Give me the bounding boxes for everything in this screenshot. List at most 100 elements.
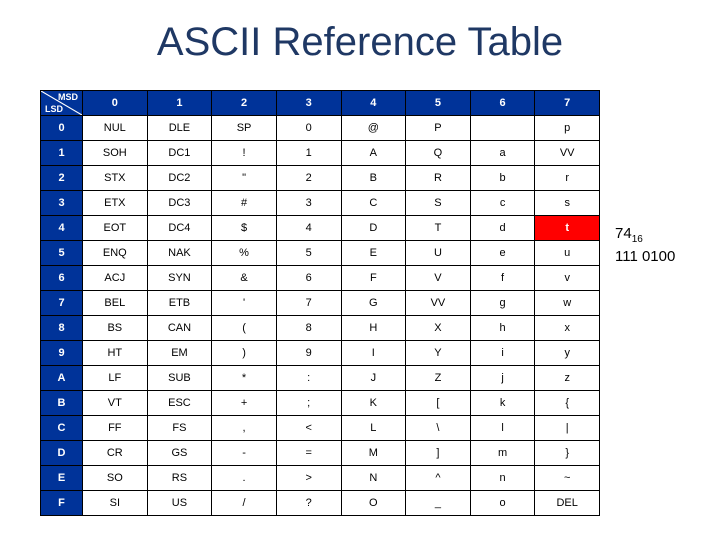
- cell: DC1: [147, 141, 212, 166]
- cell: 6: [276, 266, 341, 291]
- cell: CAN: [147, 316, 212, 341]
- cell: v: [535, 266, 600, 291]
- table-row: CFFFS,<L\l|: [41, 416, 600, 441]
- cell: [: [406, 391, 471, 416]
- cell: c: [470, 191, 535, 216]
- cell: =: [276, 441, 341, 466]
- row-header: 7: [41, 291, 83, 316]
- cell: FS: [147, 416, 212, 441]
- cell: DC3: [147, 191, 212, 216]
- cell: NUL: [83, 116, 148, 141]
- cell: _: [406, 491, 471, 516]
- cell: DEL: [535, 491, 600, 516]
- cell: ~: [535, 466, 600, 491]
- table-row: DCRGS-=M]m}: [41, 441, 600, 466]
- cell: 8: [276, 316, 341, 341]
- slide: ASCII Reference Table MSD LSD 0 1: [0, 0, 720, 540]
- table-row: 0NULDLESP0@Pp: [41, 116, 600, 141]
- cell: @: [341, 116, 406, 141]
- cell: BEL: [83, 291, 148, 316]
- col-header: 3: [276, 91, 341, 116]
- cell: (: [212, 316, 277, 341]
- cell: <: [276, 416, 341, 441]
- cell: k: [470, 391, 535, 416]
- cell: a: [470, 141, 535, 166]
- cell: 1: [276, 141, 341, 166]
- cell: S: [406, 191, 471, 216]
- cell: n: [470, 466, 535, 491]
- cell: +: [212, 391, 277, 416]
- cell: ACJ: [83, 266, 148, 291]
- col-header: 1: [147, 91, 212, 116]
- table-row: ESORS.>N^n~: [41, 466, 600, 491]
- cell: VV: [535, 141, 600, 166]
- cell: R: [406, 166, 471, 191]
- cell: G: [341, 291, 406, 316]
- cell: I: [341, 341, 406, 366]
- cell: K: [341, 391, 406, 416]
- table-row: 8BSCAN(8HXhx: [41, 316, 600, 341]
- cell: {: [535, 391, 600, 416]
- cell: SYN: [147, 266, 212, 291]
- cell: h: [470, 316, 535, 341]
- cell: b: [470, 166, 535, 191]
- corner-cell: MSD LSD: [41, 91, 83, 116]
- cell: ,: [212, 416, 277, 441]
- cell: EM: [147, 341, 212, 366]
- cell: 2: [276, 166, 341, 191]
- cell: }: [535, 441, 600, 466]
- page-title: ASCII Reference Table: [0, 0, 720, 65]
- table-header-row: MSD LSD 0 1 2 3 4 5 6 7: [41, 91, 600, 116]
- cell: /: [212, 491, 277, 516]
- lsd-label: LSD: [45, 104, 63, 114]
- cell: w: [535, 291, 600, 316]
- table-row: 3ETXDC3#3CScs: [41, 191, 600, 216]
- cell-highlight: t: [535, 216, 600, 241]
- cell: ): [212, 341, 277, 366]
- row-header: 5: [41, 241, 83, 266]
- cell: y: [535, 341, 600, 366]
- cell: >: [276, 466, 341, 491]
- cell: VT: [83, 391, 148, 416]
- table-row: FSIUS/?O_oDEL: [41, 491, 600, 516]
- col-header: 6: [470, 91, 535, 116]
- cell: F: [341, 266, 406, 291]
- cell: m: [470, 441, 535, 466]
- cell: NAK: [147, 241, 212, 266]
- cell: B: [341, 166, 406, 191]
- cell: ;: [276, 391, 341, 416]
- cell: 4: [276, 216, 341, 241]
- cell: i: [470, 341, 535, 366]
- col-header: 7: [535, 91, 600, 116]
- cell: ]: [406, 441, 471, 466]
- cell: ESC: [147, 391, 212, 416]
- ascii-table: MSD LSD 0 1 2 3 4 5 6 7 0NULDLESP0@Pp1SO…: [40, 90, 600, 516]
- row-header: 8: [41, 316, 83, 341]
- cell: BS: [83, 316, 148, 341]
- table-row: 9HTEM)9IYiy: [41, 341, 600, 366]
- table-body: 0NULDLESP0@Pp1SOHDC1!1AQaVV2STXDC2"2BRbr…: [41, 116, 600, 516]
- cell: ": [212, 166, 277, 191]
- cell: J: [341, 366, 406, 391]
- row-header: 1: [41, 141, 83, 166]
- cell: CR: [83, 441, 148, 466]
- cell: *: [212, 366, 277, 391]
- cell: |: [535, 416, 600, 441]
- cell: EOT: [83, 216, 148, 241]
- cell: X: [406, 316, 471, 341]
- cell: L: [341, 416, 406, 441]
- cell: ETB: [147, 291, 212, 316]
- cell: e: [470, 241, 535, 266]
- annotation-hex-value: 74: [615, 225, 632, 242]
- cell: 3: [276, 191, 341, 216]
- ascii-table-wrap: MSD LSD 0 1 2 3 4 5 6 7 0NULDLESP0@Pp1SO…: [40, 90, 600, 516]
- table-row: 7BELETB'7GVVgw: [41, 291, 600, 316]
- cell: 5: [276, 241, 341, 266]
- cell: \: [406, 416, 471, 441]
- table-row: 6ACJSYN&6FVfv: [41, 266, 600, 291]
- row-header: A: [41, 366, 83, 391]
- row-header: 3: [41, 191, 83, 216]
- row-header: 4: [41, 216, 83, 241]
- annotation-hex: 7416: [615, 225, 643, 245]
- msd-label: MSD: [58, 92, 78, 102]
